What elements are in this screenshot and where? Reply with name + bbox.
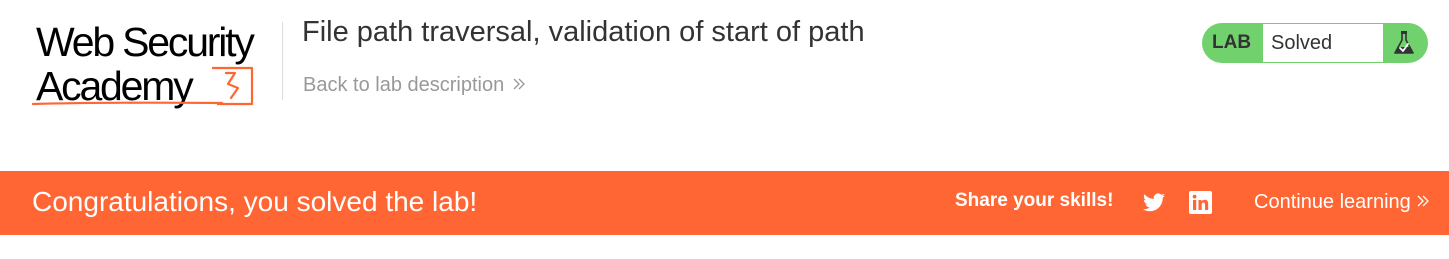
solved-banner: Congratulations, you solved the lab! Sha… [0, 171, 1449, 235]
continue-learning-label: Continue learning [1254, 191, 1411, 213]
lab-status-widget: LAB Solved [1202, 23, 1428, 63]
lab-header: Web Security Academy File path traversal… [0, 0, 1449, 171]
back-link-label: Back to lab description [303, 74, 505, 96]
flask-icon [1392, 30, 1416, 56]
header-divider [282, 22, 283, 100]
congratulations-message: Congratulations, you solved the lab! [32, 186, 478, 217]
lab-status-text: Solved [1263, 24, 1383, 62]
linkedin-share-button[interactable] [1189, 191, 1212, 214]
lab-badge-label: LAB [1212, 32, 1252, 53]
double-chevron-right-icon [512, 73, 526, 97]
share-skills-label: Share your skills! [955, 190, 1114, 211]
logo-swoosh-icon [32, 66, 254, 106]
twitter-icon [1143, 193, 1165, 212]
linkedin-icon [1189, 191, 1212, 214]
twitter-share-button[interactable] [1141, 191, 1167, 215]
web-security-academy-logo[interactable]: Web Security Academy [32, 18, 280, 110]
continue-learning-link[interactable]: Continue learning [1254, 190, 1430, 214]
back-to-lab-description-link[interactable]: Back to lab description [303, 73, 526, 97]
lab-title: File path traversal, validation of start… [302, 16, 865, 48]
double-chevron-right-icon [1416, 190, 1430, 214]
